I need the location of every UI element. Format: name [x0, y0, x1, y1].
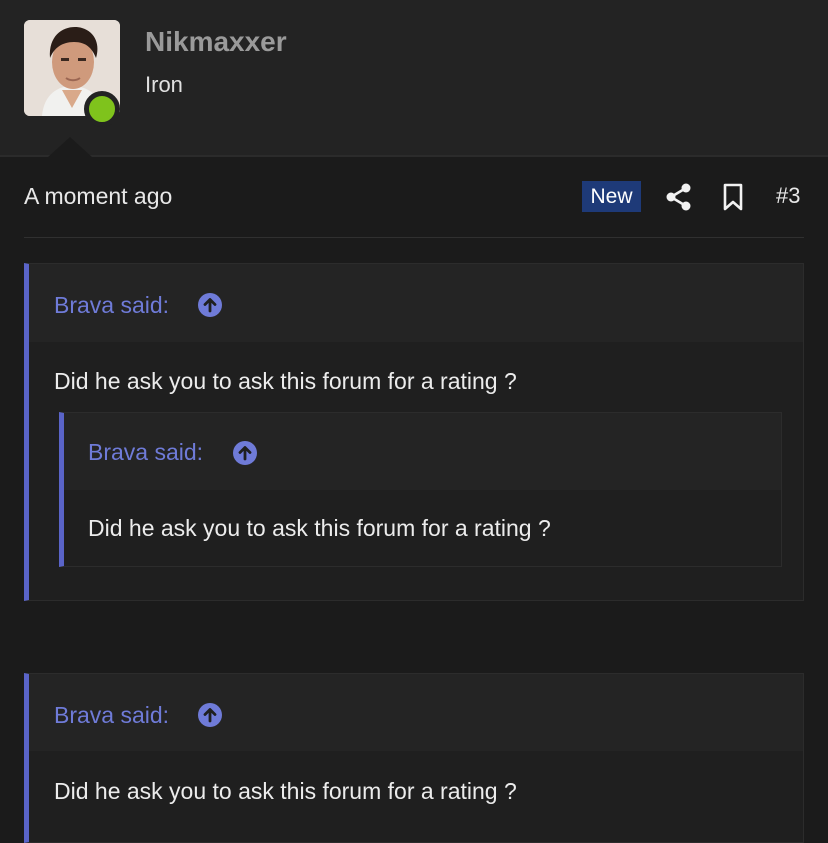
new-badge: New [582, 181, 641, 212]
quote-text: Did he ask you to ask this forum for a r… [54, 778, 517, 804]
arrow-up-circle-icon[interactable] [197, 292, 223, 318]
post-meta-row: A moment ago New #3 [24, 170, 804, 238]
nested-quote-block: Brava said: Did he ask you to ask this f… [59, 412, 782, 567]
header-pointer [48, 137, 92, 157]
user-header: Nikmaxxer Iron [0, 0, 828, 157]
user-rank: Iron [145, 72, 183, 97]
post-timestamp[interactable]: A moment ago [24, 183, 172, 210]
arrow-up-circle-icon[interactable] [197, 702, 223, 728]
share-icon[interactable] [664, 182, 694, 212]
bookmark-icon[interactable] [720, 182, 746, 212]
username[interactable]: Nikmaxxer [145, 26, 287, 58]
quote-text: Did he ask you to ask this forum for a r… [54, 368, 517, 394]
quote-block: Brava said: Did he ask you to ask this f… [24, 673, 804, 843]
quote-header: Brava said: [64, 413, 781, 490]
quote-author-link[interactable]: Brava said: [54, 292, 169, 319]
quote-header: Brava said: [29, 674, 803, 751]
quote-header: Brava said: [29, 264, 803, 342]
online-status-indicator [84, 91, 120, 127]
arrow-up-circle-icon[interactable] [232, 440, 258, 466]
quote-author-link[interactable]: Brava said: [88, 439, 203, 466]
post-number-link[interactable]: #3 [776, 183, 800, 209]
quote-text: Did he ask you to ask this forum for a r… [88, 515, 551, 541]
quote-author-link[interactable]: Brava said: [54, 702, 169, 729]
quote-block: Brava said: Did he ask you to ask this f… [24, 263, 804, 601]
